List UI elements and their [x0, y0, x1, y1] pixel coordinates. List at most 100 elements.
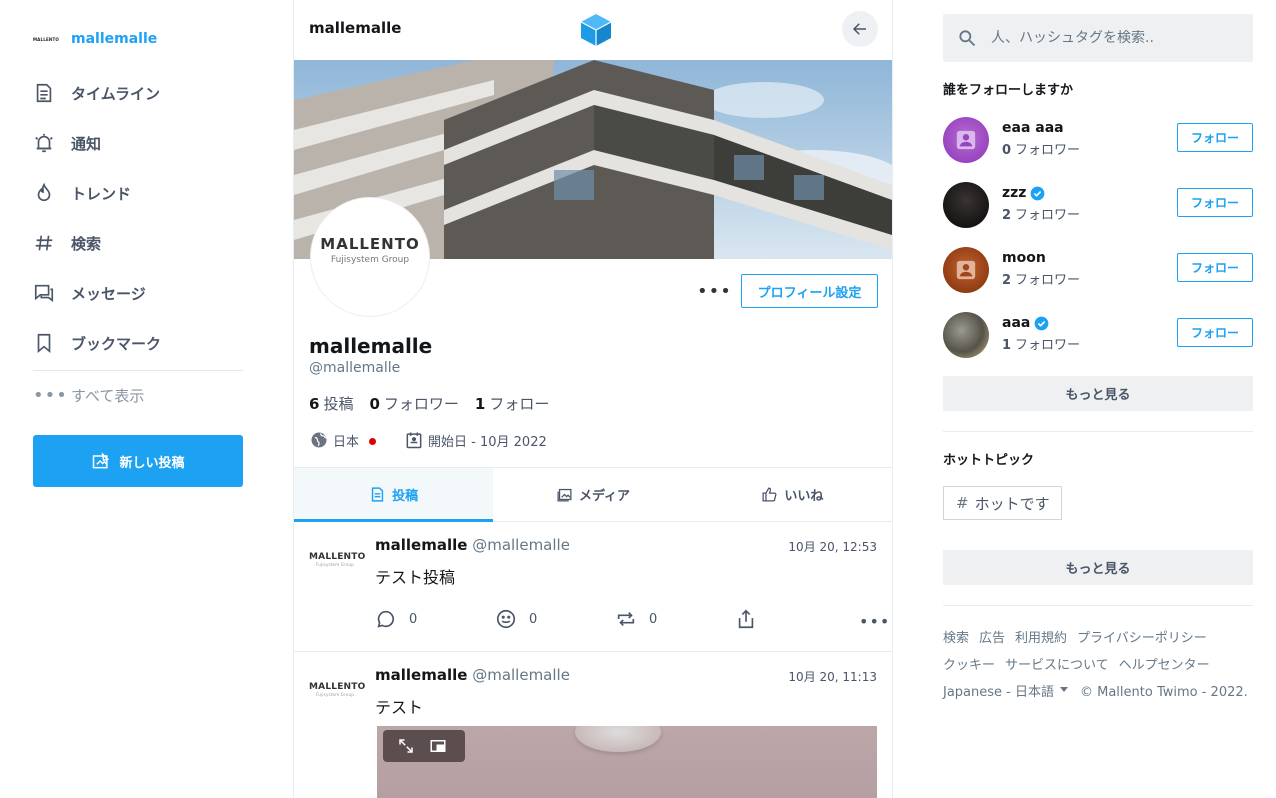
follow-button[interactable]: フォロー	[1177, 318, 1253, 347]
follow-button[interactable]: フォロー	[1177, 123, 1253, 152]
suggestion-name[interactable]: aaa	[1002, 315, 1049, 331]
tab-posts[interactable]: 投稿	[294, 468, 494, 522]
sidebar-item-messages[interactable]: メッセージ	[33, 268, 243, 318]
sidebar-item-label: 検索	[71, 234, 102, 253]
footer-link-cookies[interactable]: クッキー	[943, 658, 995, 673]
footer-link-search[interactable]: 検索	[943, 631, 969, 646]
following-stat-label: フォロー	[489, 395, 550, 413]
back-button[interactable]	[842, 11, 878, 47]
picture-in-picture-icon[interactable]	[429, 737, 447, 755]
post-avatar[interactable]: MALLENTO Fujisystem Group	[309, 682, 365, 697]
repost-button[interactable]: 0	[615, 608, 657, 630]
images-icon	[557, 488, 572, 502]
sidebar-item-label: タイムライン	[71, 84, 160, 103]
sidebar-item-notifications[interactable]: 通知	[33, 118, 243, 168]
post-item[interactable]: MALLENTO Fujisystem Group mallemalle @mal…	[294, 652, 892, 798]
cube-logo-icon[interactable]	[580, 13, 612, 47]
share-button[interactable]	[735, 608, 769, 630]
avatar[interactable]	[943, 247, 989, 293]
profile-name: mallemalle	[309, 334, 433, 358]
post-avatar-text: MALLENTO	[309, 682, 366, 692]
post-text: テスト投稿	[375, 568, 456, 587]
post-avatar[interactable]: MALLENTO Fujisystem Group	[309, 552, 365, 567]
tab-label: いいね	[784, 489, 824, 504]
new-post-button[interactable]: 新しい投稿	[33, 435, 243, 487]
language-selector[interactable]: Japanese - 日本語	[943, 679, 1068, 706]
reply-button[interactable]: 0	[375, 608, 417, 630]
follow-button[interactable]: フォロー	[1177, 253, 1253, 282]
suggestion-follower-count: 1	[1002, 338, 1012, 353]
search-box[interactable]	[943, 14, 1253, 62]
brand[interactable]: MALLENTO mallemalle	[33, 28, 157, 50]
avatar[interactable]	[943, 312, 989, 358]
sidebar-item-bookmarks[interactable]: ブックマーク	[33, 318, 243, 368]
footer-link-help[interactable]: ヘルプセンター	[1119, 658, 1210, 673]
post-author[interactable]: mallemalle @mallemalle	[375, 536, 570, 554]
post-author-name: mallemalle	[375, 666, 468, 684]
tab-likes[interactable]: いいね	[693, 468, 892, 521]
new-post-label: 新しい投稿	[119, 455, 185, 471]
sidebar-item-timeline[interactable]: タイムライン	[33, 68, 243, 118]
post-author[interactable]: mallemalle @mallemalle	[375, 666, 570, 684]
search-input[interactable]	[991, 30, 1221, 46]
post-image[interactable]	[377, 726, 877, 798]
footer-link-privacy[interactable]: プライバシーポリシー	[1077, 631, 1207, 646]
divider	[943, 431, 1253, 432]
arrow-left-icon	[852, 23, 866, 35]
followers-stat[interactable]: 0 フォロワー	[369, 393, 458, 414]
suggestion-name[interactable]: zzz	[1002, 185, 1045, 201]
suggestion-name-text: eaa aaa	[1002, 120, 1064, 136]
footer-links-row-2: クッキー サービスについて ヘルプセンター	[943, 652, 1263, 679]
suggestion-name[interactable]: eaa aaa	[1002, 120, 1064, 136]
footer-link-about[interactable]: サービスについて	[1005, 658, 1109, 673]
post-more-button[interactable]: •••	[859, 612, 890, 631]
reaction-button[interactable]: 0	[495, 608, 537, 630]
brand-name[interactable]: mallemalle	[71, 31, 157, 47]
verified-badge-icon	[1034, 316, 1049, 330]
suggestion-follower-count: 0	[1002, 143, 1012, 158]
status-dot	[369, 437, 377, 445]
avatar[interactable]	[943, 117, 989, 163]
sidebar-item-label: トレンド	[71, 184, 132, 203]
follow-suggestion[interactable]: aaa 1 フォロワー フォロー	[943, 308, 1253, 368]
posts-stat-label: 投稿	[323, 395, 354, 413]
expand-icon[interactable]	[397, 737, 415, 755]
hot-topic-chip[interactable]: # ホットです	[943, 486, 1062, 520]
footer-link-ads[interactable]: 広告	[979, 631, 1005, 646]
flame-icon	[37, 182, 51, 202]
bookmark-icon	[37, 333, 51, 354]
sidebar-item-trends[interactable]: トレンド	[33, 168, 243, 218]
profile-column: mallemalle MALLENTO Fujisystem Group •••…	[293, 0, 893, 798]
avatar[interactable]	[943, 182, 989, 228]
suggestion-follower-count: 2	[1002, 273, 1012, 288]
posts-stat[interactable]: 6 投稿	[309, 393, 353, 414]
sidebar-item-search[interactable]: 検索	[33, 218, 243, 268]
follow-suggestion[interactable]: zzz 2 フォロワー フォロー	[943, 178, 1253, 238]
suggestion-name[interactable]: moon	[1002, 250, 1046, 266]
tab-media[interactable]: メディア	[493, 468, 692, 521]
see-more-suggestions-button[interactable]: もっと見る	[943, 376, 1253, 411]
sidebar-nav: タイムライン 通知 トレンド 検索 メッセージ ブックマーク ••• すべて表示	[33, 68, 243, 419]
suggestion-followers: 2 フォロワー	[1002, 269, 1080, 288]
posts-count: 6	[309, 395, 320, 413]
following-stat[interactable]: 1 フォロー	[475, 393, 549, 414]
post-item[interactable]: MALLENTO Fujisystem Group mallemalle @mal…	[294, 522, 892, 652]
profile-avatar[interactable]: MALLENTO Fujisystem Group	[311, 198, 429, 316]
profile-settings-button[interactable]: プロフィール設定	[741, 274, 878, 308]
suggestion-name-text: moon	[1002, 250, 1046, 266]
sidebar-item-label: 通知	[71, 134, 102, 153]
show-all-link[interactable]: ••• すべて表示	[33, 371, 243, 419]
follow-suggestion[interactable]: eaa aaa 0 フォロワー フォロー	[943, 113, 1253, 173]
more-options-button[interactable]: •••	[697, 281, 732, 302]
user-placeholder-icon	[956, 130, 976, 150]
suggestion-followers: 2 フォロワー	[1002, 204, 1080, 223]
suggestion-name-text: zzz	[1002, 185, 1027, 201]
follow-button[interactable]: フォロー	[1177, 188, 1253, 217]
footer-link-terms[interactable]: 利用規約	[1015, 631, 1067, 646]
follow-suggestion[interactable]: moon 2 フォロワー フォロー	[943, 243, 1253, 303]
post-avatar-subtext: Fujisystem Group	[316, 692, 354, 697]
see-more-topics-button[interactable]: もっと見る	[943, 550, 1253, 585]
profile-tabs: 投稿 メディア いいね	[294, 467, 892, 522]
post-author-handle: @mallemalle	[472, 536, 570, 554]
post-avatar-subtext: Fujisystem Group	[316, 562, 354, 567]
